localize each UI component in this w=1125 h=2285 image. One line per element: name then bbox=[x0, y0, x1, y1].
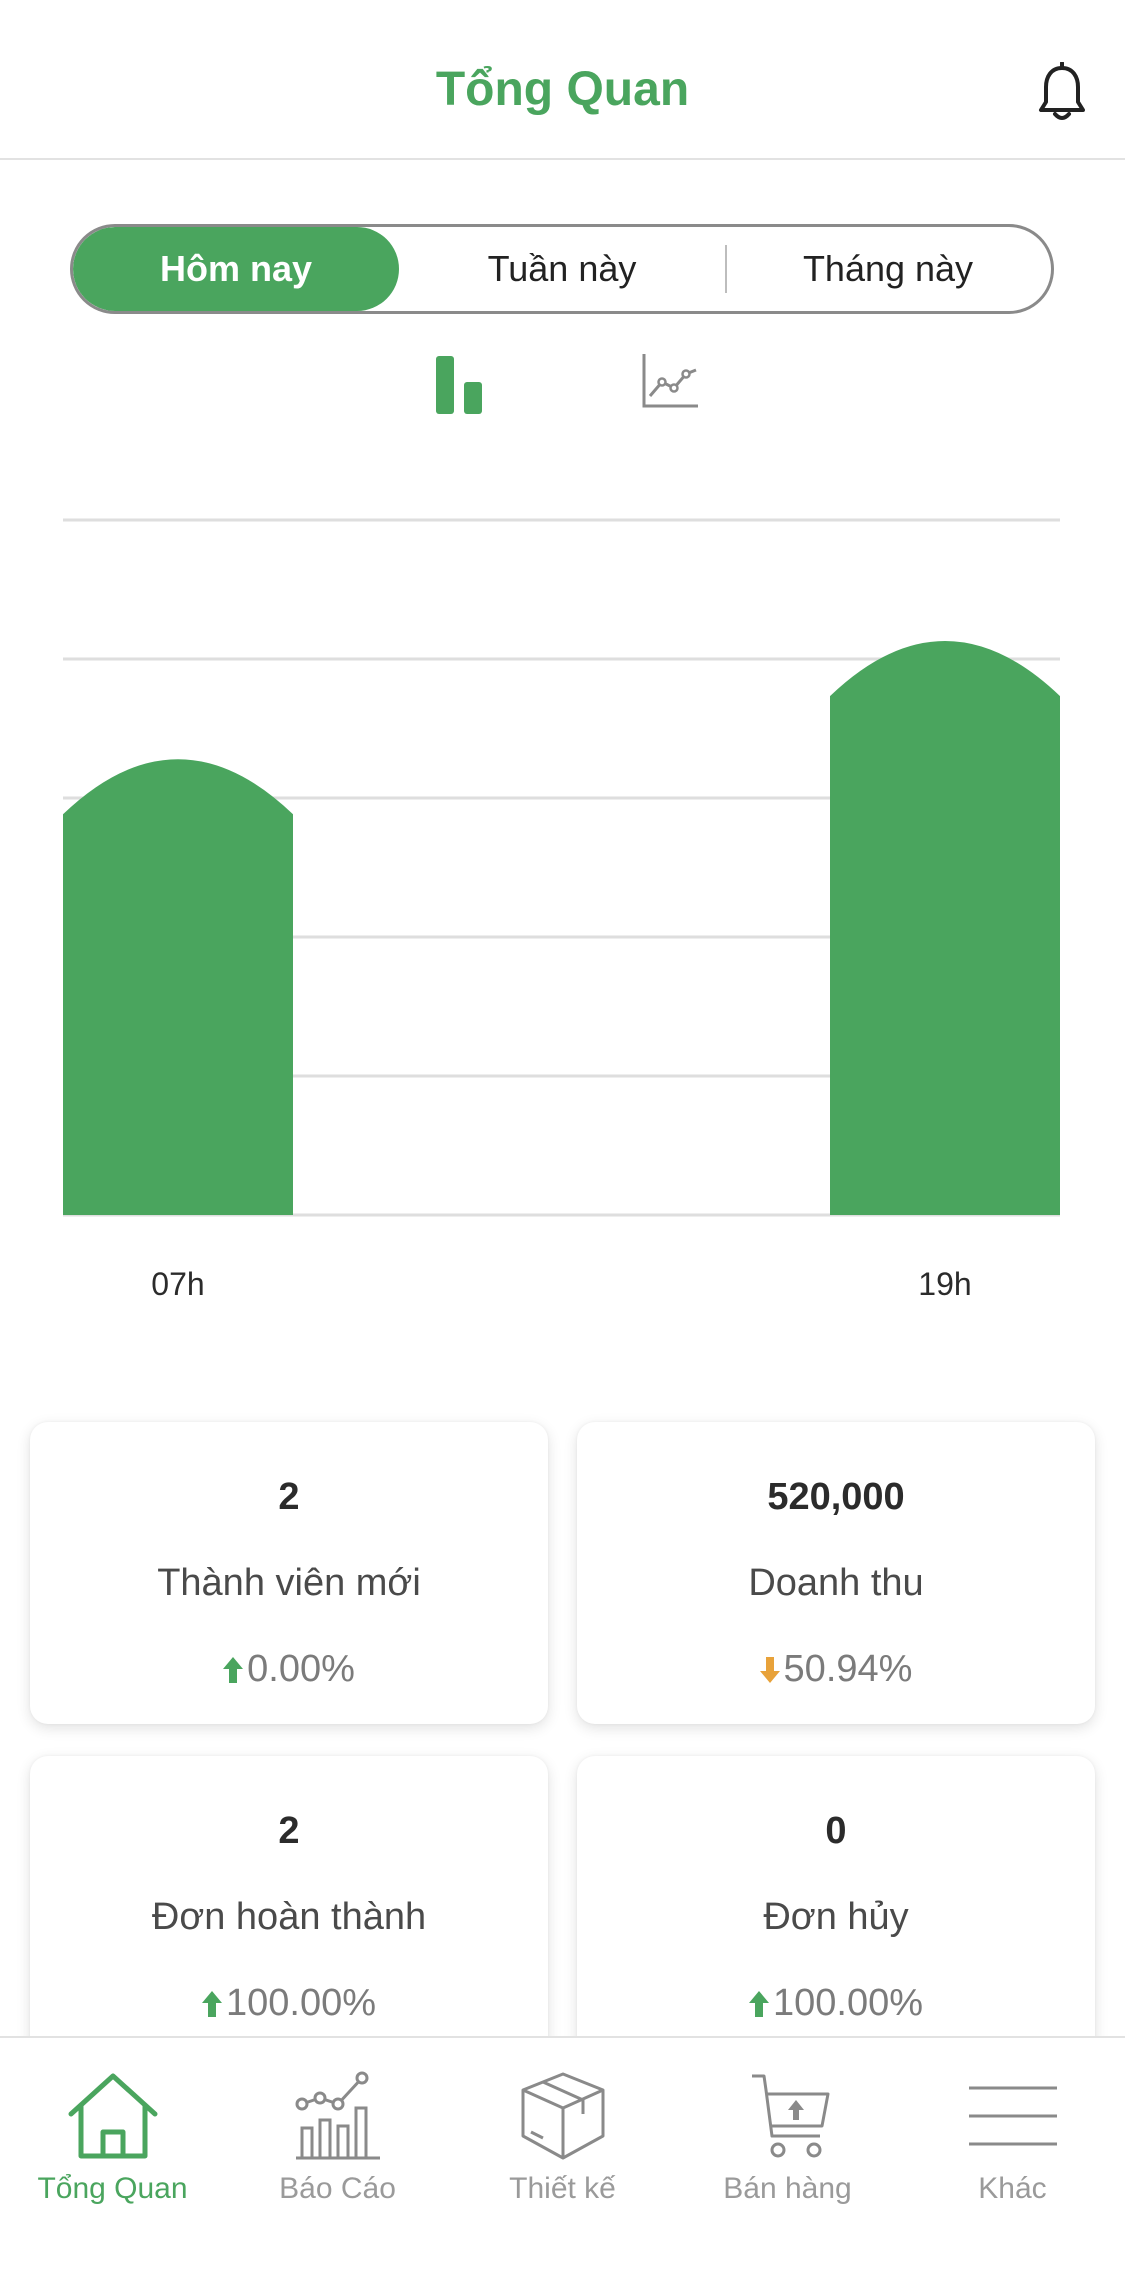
tabbar-label: Thiết kế bbox=[509, 2172, 616, 2205]
tabbar-item-overview[interactable]: Tổng Quan bbox=[0, 2038, 225, 2285]
stat-label: Thành viên mới bbox=[157, 1562, 421, 1604]
stat-change: 50.94% bbox=[577, 1648, 1095, 1691]
line-chart-icon[interactable] bbox=[640, 352, 700, 414]
chart-x-tick-label: 07h bbox=[151, 1266, 204, 1302]
bar-chart-icon[interactable] bbox=[430, 352, 490, 414]
chart-bar-07h[interactable] bbox=[63, 759, 293, 1215]
stat-value: 2 bbox=[278, 1810, 300, 1852]
stat-change-value: 50.94% bbox=[783, 1648, 913, 1690]
stat-change: 100.00% bbox=[577, 1982, 1095, 2025]
stat-card-completed-orders[interactable]: 2 Đơn hoàn thành 100.00% bbox=[30, 1756, 548, 2058]
arrow-down-icon bbox=[759, 1656, 780, 1683]
tabbar-item-more[interactable]: Khác bbox=[900, 2038, 1125, 2285]
stat-value: 2 bbox=[278, 1476, 300, 1518]
tabbar-label: Tổng Quan bbox=[37, 2172, 188, 2205]
stat-card-new-members[interactable]: 2 Thành viên mới 0.00% bbox=[30, 1422, 548, 1724]
home-icon bbox=[68, 2073, 157, 2159]
report-chart-icon bbox=[295, 2071, 380, 2160]
hourly-bar-chart: 07h 19h bbox=[0, 480, 1125, 1340]
stat-card-cancelled-orders[interactable]: 0 Đơn hủy 100.00% bbox=[577, 1756, 1095, 2058]
bell-icon[interactable] bbox=[1037, 62, 1087, 124]
tabbar-label: Báo Cáo bbox=[279, 2172, 396, 2205]
stat-label: Đơn hủy bbox=[763, 1896, 909, 1938]
tabbar-item-reports[interactable]: Báo Cáo bbox=[225, 2038, 450, 2285]
arrow-up-icon bbox=[201, 1990, 222, 2017]
box-icon bbox=[521, 2072, 604, 2160]
cart-icon bbox=[751, 2074, 829, 2158]
chart-bar-19h[interactable] bbox=[830, 641, 1060, 1215]
stat-value: 520,000 bbox=[767, 1476, 905, 1518]
stat-value: 0 bbox=[825, 1810, 847, 1852]
stat-label: Đơn hoàn thành bbox=[151, 1896, 427, 1938]
tabbar-label: Khác bbox=[978, 2172, 1047, 2205]
header: Tổng Quan bbox=[0, 0, 1125, 160]
chart-canvas: 07h 19h bbox=[63, 518, 1060, 1302]
stat-card-revenue[interactable]: 520,000 Doanh thu 50.94% bbox=[577, 1422, 1095, 1724]
stat-change-value: 100.00% bbox=[772, 1982, 923, 2024]
bottom-tab-bar: Tổng Quan Báo Cáo Thiết kế Bán hàng Khác bbox=[0, 2036, 1125, 2285]
stat-change-value: 0.00% bbox=[247, 1648, 355, 1690]
tab-this-week[interactable]: Tuần này bbox=[399, 227, 725, 311]
stat-change-value: 100.00% bbox=[225, 1982, 376, 2024]
arrow-up-icon bbox=[748, 1990, 769, 2017]
page-title: Tổng Quan bbox=[435, 63, 690, 116]
stat-change: 100.00% bbox=[30, 1982, 548, 2025]
menu-icon bbox=[968, 2086, 1057, 2146]
tab-today[interactable]: Hôm nay bbox=[73, 227, 399, 311]
period-segmented-control: Hôm nay Tuần này Tháng này bbox=[70, 224, 1054, 314]
tabbar-label: Bán hàng bbox=[723, 2172, 852, 2205]
tab-this-month[interactable]: Tháng này bbox=[725, 227, 1051, 311]
stat-change: 0.00% bbox=[30, 1648, 548, 1691]
arrow-up-icon bbox=[223, 1656, 244, 1683]
chart-x-tick-label: 19h bbox=[918, 1266, 971, 1302]
tabbar-item-sales[interactable]: Bán hàng bbox=[675, 2038, 900, 2285]
tabbar-item-design[interactable]: Thiết kế bbox=[450, 2038, 675, 2285]
stat-label: Doanh thu bbox=[748, 1562, 924, 1604]
